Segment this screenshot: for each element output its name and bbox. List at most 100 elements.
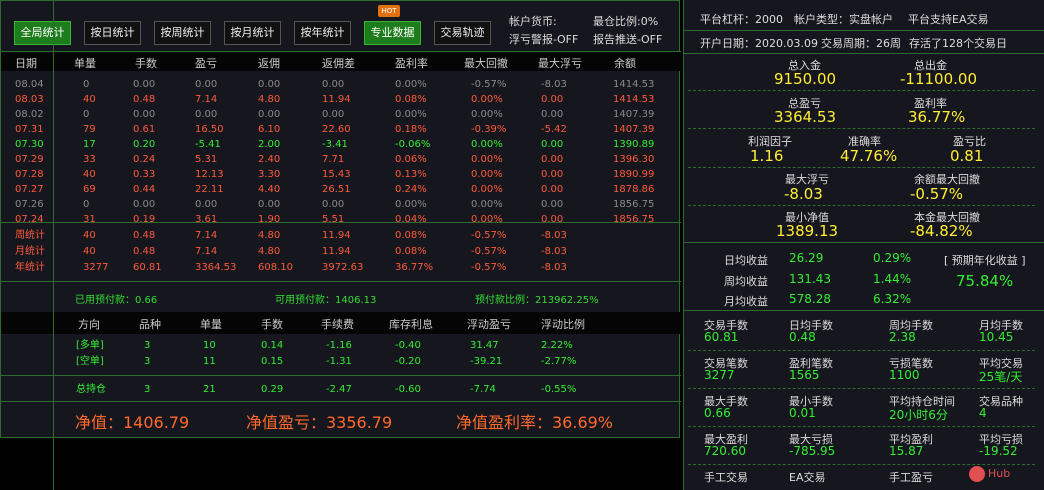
table-cell: 3.61 [195,214,218,225]
tab-pro-data[interactable]: 专业数据 [364,21,421,45]
table-cell: -2.77% [541,356,577,367]
stat-value: 4 [979,406,987,420]
table-cell: 0.00% [471,154,503,165]
stat-value: 25笔/天 [979,370,1023,384]
tab-monthly-stats[interactable]: 按月统计 [224,21,281,45]
col-max-float: 最大浮亏 [538,57,582,70]
table-cell: 年统计 [15,262,45,273]
table-cell: 7.14 [195,246,218,257]
stat-value: 1565 [789,368,820,382]
table-cell: 总持仓 [76,384,106,395]
table-cell: 69 [83,184,96,195]
trade-period: 交易周期：26周 [821,37,901,50]
used-margin: 已用预付款：0.66 [75,295,158,306]
stat-value: 1100 [889,368,920,382]
tab-trade-track[interactable]: 交易轨迹 [434,21,491,45]
table-cell: 11.94 [322,246,351,257]
table-cell: -8.03 [541,262,567,273]
divider [1,281,681,282]
stat-value: 0.48 [789,330,816,344]
table-cell: 0.48 [133,246,156,257]
table-cell: -0.40 [395,340,421,351]
col-orders: 单量 [74,57,96,70]
table-cell: 0.00 [541,94,564,105]
table-cell: 7.14 [195,230,218,241]
table-cell: 0.00 [322,199,345,210]
table-cell: 0.00 [133,109,156,120]
table-cell: 0 [83,109,90,120]
table-cell: -1.16 [326,340,352,351]
table-row: 08.02 0 0.00 0.00 0.00 0.00 0.00% 0.00% 0.00 1407… [1,108,681,122]
daily-pct: 0.29% [873,251,912,265]
positions-header: 方向 品种 单量 手数 手续费 库存利息 浮动盈亏 浮动比例 [1,312,681,334]
table-row: 08.03 40 0.48 7.14 4.80 11.94 0.08% 0.00% 0.00 14… [1,93,681,107]
col-rebate-diff: 返佣差 [322,57,355,70]
table-cell: 0.00 [195,79,218,90]
pf-value: 1.16 [750,147,784,165]
table-cell: 1396.30 [613,154,655,165]
col-pnl: 盈亏 [195,57,217,70]
col-swap: 库存利息 [389,318,433,331]
tab-global-stats[interactable]: 全局统计 [14,21,71,45]
table-cell: 40 [83,246,96,257]
tab-weekly-stats[interactable]: 按周统计 [154,21,211,45]
table-cell: [多单] [76,340,104,351]
ea-support: 平台支持EA交易 [908,13,989,26]
stat-value: 720.60 [704,444,746,458]
table-row: 07.29 33 0.24 5.31 2.40 7.71 0.06% 0.00% 0.00 139… [1,153,681,167]
table-row: 07.26 0 0.00 0.00 0.00 0.00 0.00% 0.00% 0.00 1856… [1,198,681,212]
table-cell: 0.29 [261,384,284,395]
table-cell: 1407.39 [613,124,655,135]
col-direction: 方向 [78,318,100,331]
table-cell: 0.04% [395,214,427,225]
position-row: [空单] 3 11 0.15 -1.31 -0.20 -39.21 -2.77% [1,355,681,369]
divider [1,375,681,376]
table-cell: -7.74 [470,384,496,395]
table-cell: -0.55% [541,384,577,395]
table-cell: 5.51 [322,214,345,225]
table-cell: -0.06% [395,139,431,150]
divider [688,167,1035,168]
table-cell: 0.00% [395,79,427,90]
table-cell: 2.22% [541,340,573,351]
daily-table-header: 日期 单量 手数 盈亏 返佣 返佣差 盈利率 最大回撤 最大浮亏 余额 [1,51,681,71]
table-cell: 22.60 [322,124,351,135]
table-cell: 3.30 [258,169,281,180]
accuracy-value: 47.76% [840,147,898,165]
table-cell: 26.51 [322,184,351,195]
table-cell: 0.00 [541,169,564,180]
table-cell: 3277 [83,262,109,273]
stats-panel: 全局统计 按日统计 按周统计 按月统计 按年统计 专业数据 HOT 交易轨迹 帐… [0,0,681,438]
tab-daily-stats[interactable]: 按日统计 [84,21,141,45]
table-cell: -0.57% [471,230,507,241]
table-cell: 月统计 [15,246,45,257]
float-loss-alert[interactable]: 浮亏警报-OFF [509,31,578,47]
table-cell: 4.40 [258,184,281,195]
capital-dd-value: -84.82% [910,222,973,240]
weekly-pct: 1.44% [873,272,912,286]
table-cell: 1856.75 [613,199,655,210]
divider [688,205,1035,206]
table-cell: 0.33 [133,169,156,180]
stat-value: 60.81 [704,330,739,344]
table-cell: 0.00 [541,184,564,195]
tab-yearly-stats[interactable]: 按年统计 [294,21,351,45]
table-cell: 36.77% [395,262,434,273]
table-cell: 3972.63 [322,262,364,273]
table-cell: 16.50 [195,124,224,135]
divider [688,90,1035,91]
table-cell: 1878.86 [613,184,655,195]
table-cell: 0.18% [395,124,427,135]
table-cell: 3 [144,340,151,351]
report-push[interactable]: 报告推送-OFF [593,31,662,47]
col-profit-rate: 盈利率 [395,57,428,70]
table-cell: -3.41 [322,139,348,150]
table-cell: 0.00 [541,154,564,165]
table-row: 07.27 69 0.44 22.11 4.40 26.51 0.24% 0.00% 0.00 1… [1,183,681,197]
weekly-label: 周均收益 [724,275,768,288]
table-cell: 0.48 [133,94,156,105]
table-cell: 1414.53 [613,79,655,90]
table-cell: 0.19 [133,214,156,225]
table-cell: 40 [83,169,96,180]
balance-dd-value: -0.57% [910,185,964,203]
